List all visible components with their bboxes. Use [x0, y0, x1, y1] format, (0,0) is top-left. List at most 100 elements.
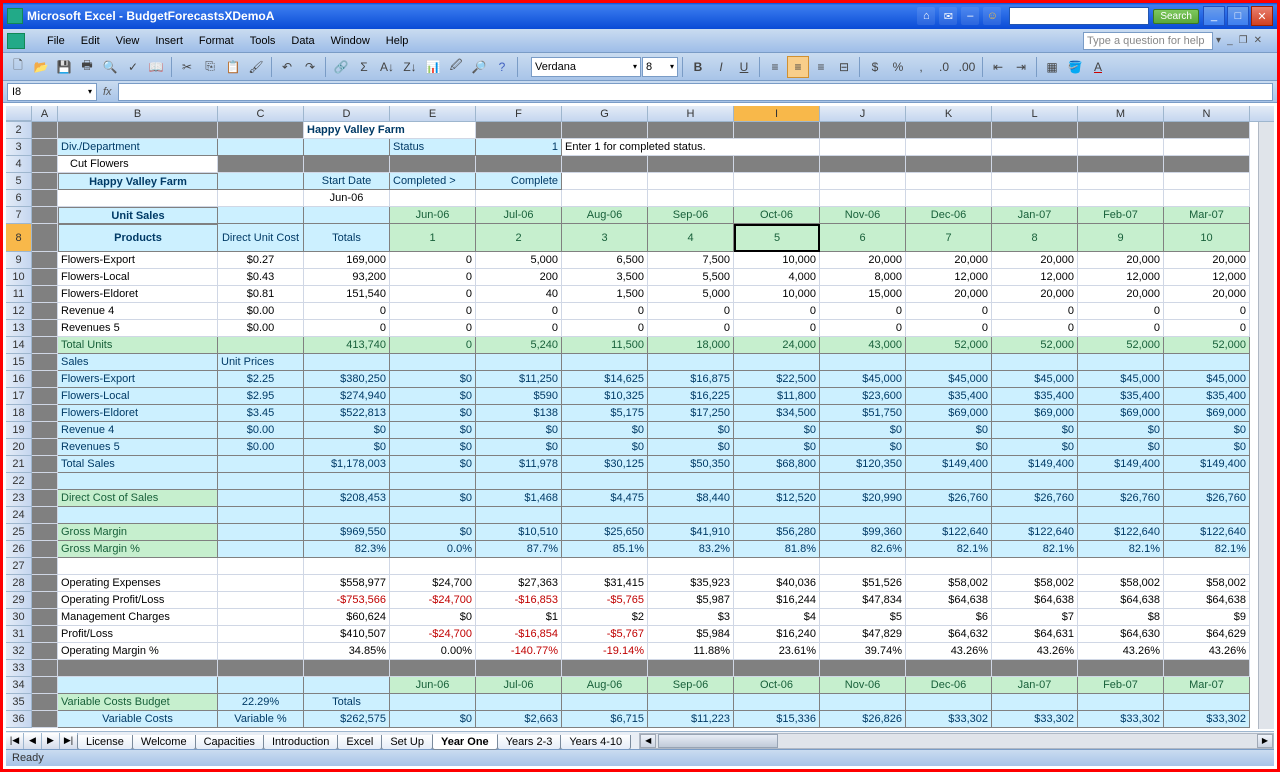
cell[interactable] — [390, 660, 476, 677]
cell[interactable]: -$5,765 — [562, 592, 648, 609]
cell[interactable] — [304, 207, 390, 224]
cell[interactable]: $30,125 — [562, 456, 648, 473]
cell[interactable] — [390, 190, 476, 207]
cell[interactable] — [218, 609, 304, 626]
cell[interactable]: Profit/Loss — [58, 626, 218, 643]
cell[interactable]: Flowers-Eldoret — [58, 405, 218, 422]
cell[interactable]: $969,550 — [304, 524, 390, 541]
cell[interactable] — [820, 354, 906, 371]
cell[interactable]: $0 — [390, 456, 476, 473]
cell[interactable]: $122,640 — [1164, 524, 1250, 541]
cell[interactable] — [32, 677, 58, 694]
cell[interactable]: $11,978 — [476, 456, 562, 473]
person-icon[interactable]: ☺ — [983, 7, 1001, 25]
cell[interactable]: Feb-07 — [1078, 677, 1164, 694]
cell[interactable] — [906, 122, 992, 139]
menu-format[interactable]: Format — [191, 32, 242, 50]
cell[interactable] — [32, 337, 58, 354]
cell[interactable]: Enter 1 for completed status. — [562, 139, 820, 156]
cell[interactable] — [906, 139, 992, 156]
cell[interactable] — [1078, 660, 1164, 677]
cell[interactable]: $58,002 — [992, 575, 1078, 592]
cell[interactable]: $2.95 — [218, 388, 304, 405]
cell[interactable] — [58, 677, 218, 694]
cell[interactable]: Happy Valley Farm — [304, 122, 476, 139]
cell[interactable] — [820, 558, 906, 575]
cell[interactable] — [1164, 558, 1250, 575]
cell[interactable]: 43.26% — [992, 643, 1078, 660]
cell[interactable]: $0.81 — [218, 286, 304, 303]
sum-icon[interactable]: Σ — [353, 56, 375, 78]
cell[interactable] — [476, 660, 562, 677]
cell[interactable] — [820, 173, 906, 190]
cell[interactable] — [562, 173, 648, 190]
cell[interactable] — [1078, 190, 1164, 207]
cell[interactable] — [32, 122, 58, 139]
cell[interactable]: 43.26% — [1164, 643, 1250, 660]
percent-icon[interactable]: % — [887, 56, 909, 78]
cell[interactable] — [390, 694, 476, 711]
cell[interactable]: $50,350 — [648, 456, 734, 473]
cell[interactable]: Gross Margin % — [58, 541, 218, 558]
cell[interactable]: $23,600 — [820, 388, 906, 405]
cell[interactable]: 0 — [390, 320, 476, 337]
cell[interactable] — [390, 507, 476, 524]
cell[interactable] — [32, 524, 58, 541]
row-header[interactable]: 10 — [6, 269, 32, 286]
cell[interactable]: 11.88% — [648, 643, 734, 660]
cell[interactable] — [562, 190, 648, 207]
row-header[interactable]: 12 — [6, 303, 32, 320]
cell[interactable]: 0 — [390, 269, 476, 286]
cell[interactable]: $8 — [1078, 609, 1164, 626]
cell[interactable]: $58,002 — [906, 575, 992, 592]
minimize-button[interactable]: _ — [1203, 6, 1225, 26]
menu-tools[interactable]: Tools — [242, 32, 284, 50]
cell[interactable]: 0 — [820, 303, 906, 320]
cell[interactable] — [32, 609, 58, 626]
cell[interactable] — [1164, 139, 1250, 156]
cell[interactable]: $35,400 — [906, 388, 992, 405]
row-header[interactable]: 8 — [6, 224, 32, 252]
cell[interactable]: 7,500 — [648, 252, 734, 269]
cell[interactable]: $9 — [1164, 609, 1250, 626]
cell[interactable]: Revenues 5 — [58, 439, 218, 456]
cell[interactable]: $64,638 — [906, 592, 992, 609]
cell[interactable] — [218, 173, 304, 190]
help-dropdown-icon[interactable]: ▾ — [1213, 35, 1224, 46]
cell[interactable]: $138 — [476, 405, 562, 422]
cell[interactable] — [906, 507, 992, 524]
fx-icon[interactable]: fx — [97, 86, 118, 98]
cell[interactable] — [820, 156, 906, 173]
cell[interactable]: 20,000 — [820, 252, 906, 269]
cell[interactable] — [734, 694, 820, 711]
cell[interactable]: -$5,767 — [562, 626, 648, 643]
cell[interactable]: 93,200 — [304, 269, 390, 286]
cell[interactable]: $4,475 — [562, 490, 648, 507]
cell[interactable]: $17,250 — [648, 405, 734, 422]
cell[interactable]: $122,640 — [1078, 524, 1164, 541]
cell[interactable] — [218, 337, 304, 354]
cell[interactable] — [734, 473, 820, 490]
cell[interactable]: 5,240 — [476, 337, 562, 354]
col-header[interactable]: L — [992, 106, 1078, 121]
cell[interactable]: $149,400 — [1078, 456, 1164, 473]
cell[interactable]: 52,000 — [1164, 337, 1250, 354]
cell[interactable]: $6,715 — [562, 711, 648, 728]
cell[interactable]: 0 — [906, 320, 992, 337]
cell[interactable]: Variable % — [218, 711, 304, 728]
cell[interactable] — [304, 156, 390, 173]
cell[interactable]: $51,750 — [820, 405, 906, 422]
cell[interactable]: 10,000 — [734, 252, 820, 269]
cell[interactable]: $208,453 — [304, 490, 390, 507]
cell[interactable]: 18,000 — [648, 337, 734, 354]
sheet-tab[interactable]: Capacities — [195, 735, 264, 750]
cell[interactable] — [476, 558, 562, 575]
undo-icon[interactable]: ↶ — [276, 56, 298, 78]
cell[interactable] — [648, 558, 734, 575]
cell[interactable] — [476, 156, 562, 173]
cell[interactable]: $149,400 — [1164, 456, 1250, 473]
cell[interactable] — [32, 541, 58, 558]
cell[interactable] — [32, 388, 58, 405]
cell[interactable] — [906, 694, 992, 711]
cell[interactable] — [32, 626, 58, 643]
